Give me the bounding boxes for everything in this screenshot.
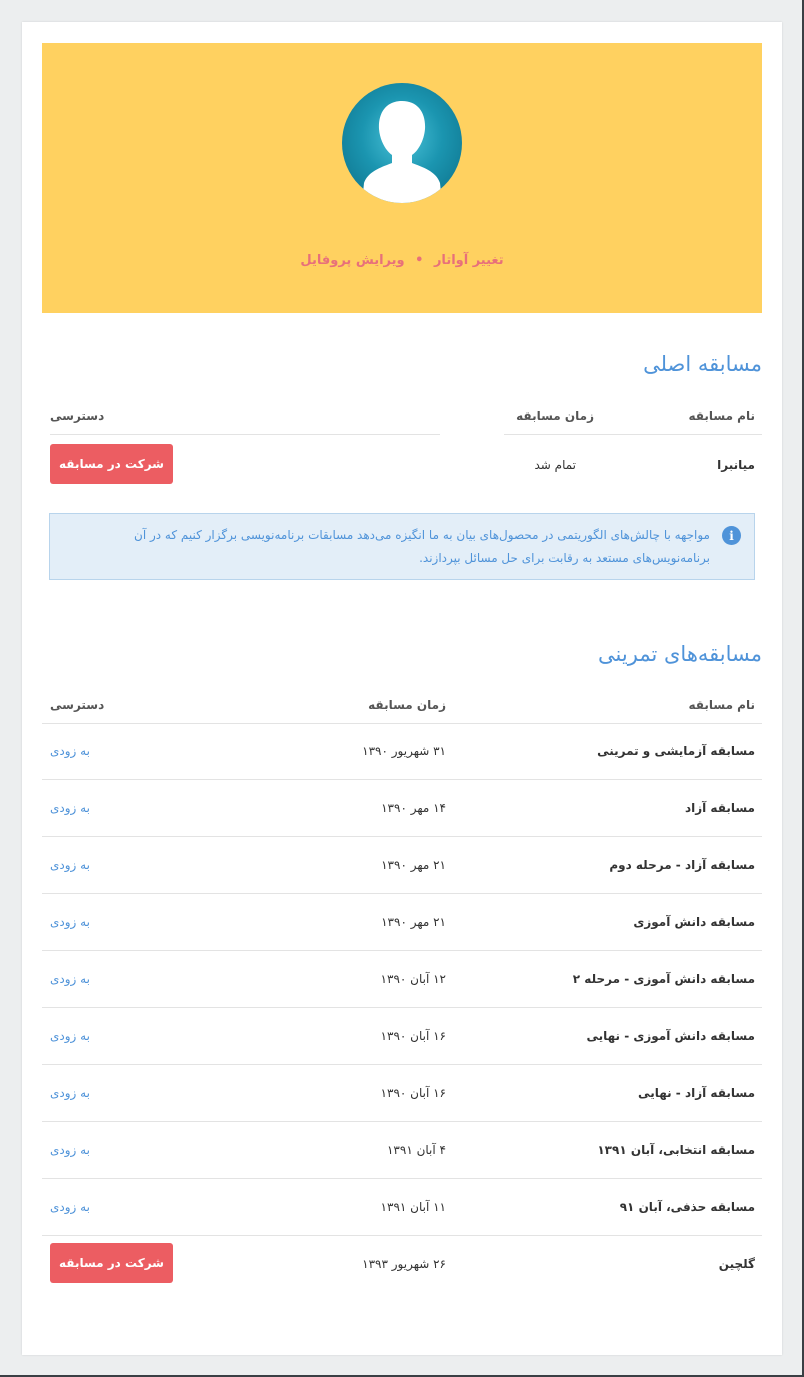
- row-divider: [42, 1235, 762, 1236]
- main-header-name: نام مسابقه: [688, 409, 755, 423]
- practice-contests-title: مسابقه‌های تمرینی: [598, 642, 762, 666]
- join-contest-button[interactable]: شرکت در مسابقه: [50, 444, 173, 484]
- main-header-access: دسترسی: [50, 409, 105, 423]
- practice-row-name: مسابقه آزمایشی و تمرینی: [597, 744, 755, 758]
- practice-row-time: ۳۱ شهریور ۱۳۹۰: [362, 744, 446, 758]
- row-divider: [42, 1178, 762, 1179]
- row-divider: [42, 779, 762, 780]
- practice-row-name: مسابقه آزاد: [684, 801, 755, 815]
- main-contest-name: میانبرا: [717, 458, 755, 472]
- coming-soon-link[interactable]: به زودی: [50, 1200, 90, 1214]
- practice-row-time: ۱۴ مهر ۱۳۹۰: [381, 801, 446, 815]
- main-contest-time: تمام شد: [534, 458, 576, 472]
- row-divider: [42, 893, 762, 894]
- practice-row-name: مسابقه دانش آموزی - نهایی: [586, 1029, 755, 1043]
- practice-row-name: مسابقه حذفی، آبان ۹۱: [619, 1200, 755, 1214]
- practice-row-time: ۲۱ مهر ۱۳۹۰: [381, 915, 446, 929]
- practice-row-time: ۲۱ مهر ۱۳۹۰: [381, 858, 446, 872]
- practice-row-time: ۱۲ آبان ۱۳۹۰: [380, 972, 446, 986]
- practice-header-time: زمان مسابقه: [368, 698, 446, 712]
- practice-row-time: ۱۶ آبان ۱۳۹۰: [380, 1029, 446, 1043]
- coming-soon-link[interactable]: به زودی: [50, 858, 90, 872]
- practice-row-name: مسابقه آزاد - نهایی: [638, 1086, 755, 1100]
- row-divider: [42, 1064, 762, 1065]
- row-divider: [42, 836, 762, 837]
- info-icon: i: [722, 526, 741, 545]
- change-avatar-link[interactable]: تغییر آواتار: [434, 253, 504, 268]
- coming-soon-link[interactable]: به زودی: [50, 972, 90, 986]
- coming-soon-link[interactable]: به زودی: [50, 1086, 90, 1100]
- user-silhouette-icon: [362, 101, 442, 203]
- profile-links: تغییر آواتار • ویرایش پروفایل: [42, 253, 762, 268]
- main-header-divider: [504, 434, 762, 435]
- practice-row-time: ۲۶ شهریور ۱۳۹۳: [362, 1257, 446, 1271]
- coming-soon-link[interactable]: به زودی: [50, 744, 90, 758]
- main-card: تغییر آواتار • ویرایش پروفایل مسابقه اصل…: [22, 22, 782, 1355]
- main-header-time: زمان مسابقه: [516, 409, 594, 423]
- separator-dot: •: [415, 253, 424, 268]
- join-contest-button[interactable]: شرکت در مسابقه: [50, 1243, 173, 1283]
- row-divider: [42, 950, 762, 951]
- practice-row-name: مسابقه دانش آموزی: [633, 915, 755, 929]
- row-divider: [42, 1007, 762, 1008]
- practice-header-access: دسترسی: [50, 698, 105, 712]
- info-message: مواجهه با چالش‌های الگوریتمی در محصول‌ها…: [134, 528, 710, 565]
- practice-row-name: مسابقه آزاد - مرحله دوم: [609, 858, 755, 872]
- coming-soon-link[interactable]: به زودی: [50, 1143, 90, 1157]
- practice-row-name: مسابقه انتخابی، آبان ۱۳۹۱: [597, 1143, 755, 1157]
- coming-soon-link[interactable]: به زودی: [50, 801, 90, 815]
- profile-header: تغییر آواتار • ویرایش پروفایل: [42, 43, 762, 313]
- main-header-divider-left: [50, 434, 440, 435]
- row-divider: [42, 1121, 762, 1122]
- avatar[interactable]: [342, 83, 462, 203]
- practice-row-name: مسابقه دانش آموزی - مرحله ۲: [572, 972, 755, 986]
- practice-row-time: ۱۶ آبان ۱۳۹۰: [380, 1086, 446, 1100]
- coming-soon-link[interactable]: به زودی: [50, 1029, 90, 1043]
- info-alert: i مواجهه با چالش‌های الگوریتمی در محصول‌…: [49, 513, 755, 580]
- practice-row-time: ۴ آبان ۱۳۹۱: [386, 1143, 446, 1157]
- practice-header-name: نام مسابقه: [688, 698, 755, 712]
- coming-soon-link[interactable]: به زودی: [50, 915, 90, 929]
- edit-profile-link[interactable]: ویرایش پروفایل: [300, 253, 404, 268]
- main-contest-title: مسابقه اصلی: [643, 352, 762, 376]
- practice-row-name: گلچین: [718, 1257, 755, 1271]
- practice-row-time: ۱۱ آبان ۱۳۹۱: [380, 1200, 446, 1214]
- practice-header-divider: [42, 723, 762, 724]
